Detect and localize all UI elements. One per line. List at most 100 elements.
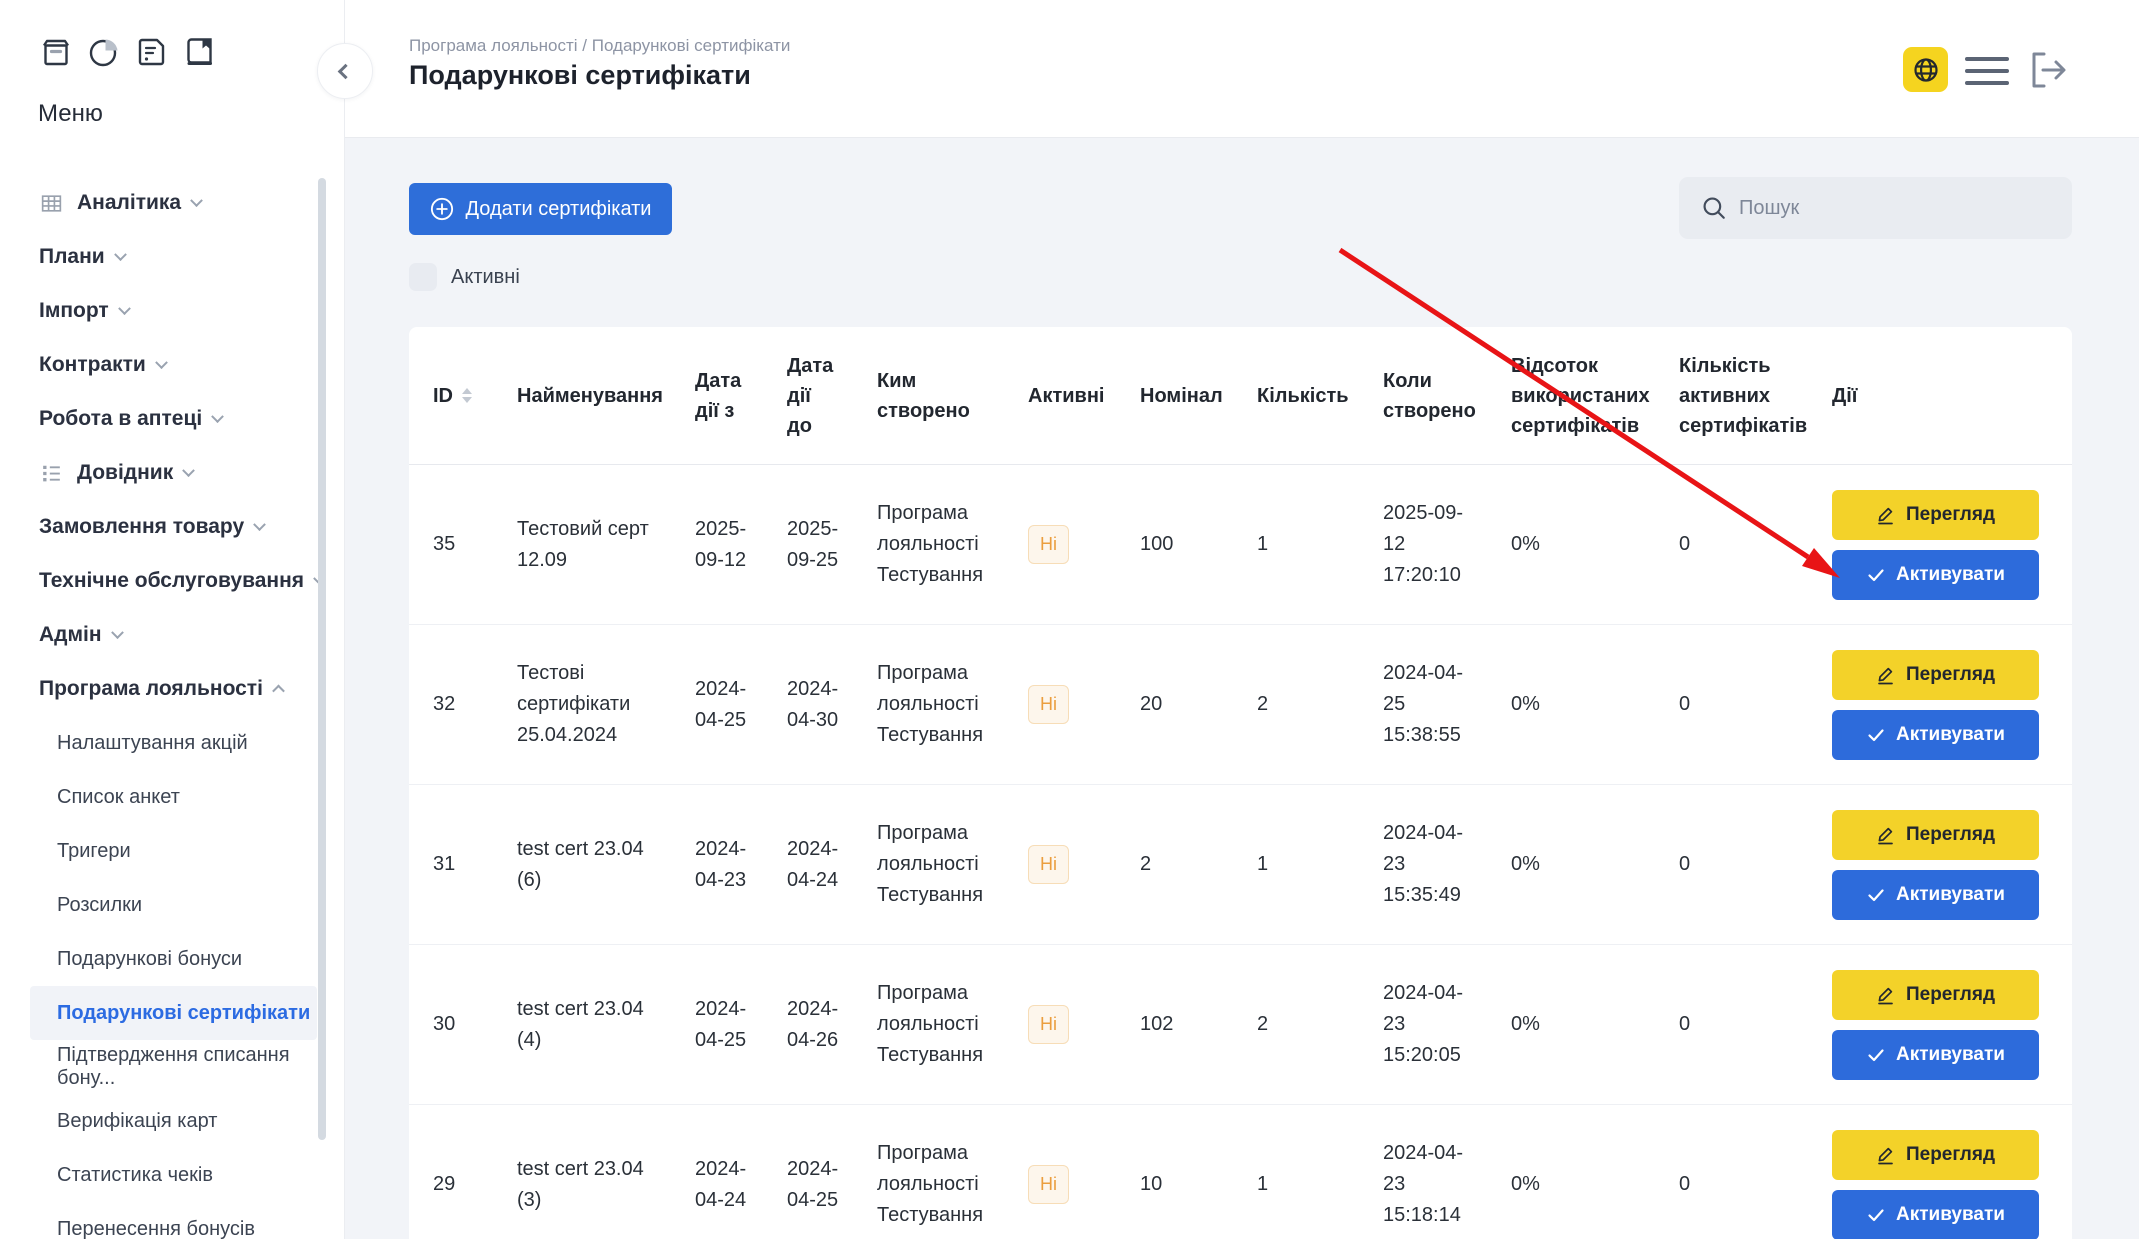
activate-button[interactable]: Активувати [1832,710,2039,760]
cell-name: Тестовий серт 12.09 [517,514,655,576]
cell-quantity: 1 [1257,1169,1268,1200]
chevron-down-icon [182,464,195,477]
archive-icon[interactable] [38,34,74,70]
cell-name: test cert 23.04 (4) [517,994,655,1056]
activate-button[interactable]: Активувати [1832,1030,2039,1080]
sidebar-menu-title: Меню [38,100,103,128]
cell-date-to: 2024-04-24 [787,834,851,896]
sidebar-subnav-item[interactable]: Підтвердження списання бону... [0,1040,344,1094]
cell-created-by: Програма лояльності Тестування [877,498,1016,591]
sidebar: Меню Аналітика Плани Імпорт Контракти Ро… [0,0,345,1239]
search-box [1679,177,2072,239]
cell-id: 31 [433,849,455,880]
cell-quantity: 1 [1257,849,1268,880]
sidebar-subnav-item[interactable]: Розсилки [0,878,344,932]
sidebar-subnav-item[interactable]: Подарункові бонуси [0,932,344,986]
search-input[interactable] [1739,197,2039,220]
cell-created-at: 2024-04-23 15:20:05 [1383,978,1475,1071]
view-button[interactable]: Перегляд [1832,970,2039,1020]
view-button[interactable]: Перегляд [1832,1130,2039,1180]
check-icon [1866,565,1886,585]
sidebar-subnav-item[interactable]: Налаштування акцій [0,716,344,770]
sidebar-nav-item[interactable]: Довідник [0,446,344,500]
cell-percent-used: 0% [1511,529,1540,560]
sidebar-scrollbar[interactable] [318,178,326,1140]
view-button[interactable]: Перегляд [1832,490,2039,540]
sidebar-nav-item[interactable]: Технічне обслуговування [0,554,344,608]
cell-active-count: 0 [1679,529,1690,560]
chevron-down-icon [211,410,224,423]
table-row: 30 test cert 23.04 (4) 2024-04-25 2024-0… [409,945,2072,1105]
edit-pencil-icon [1876,1145,1896,1165]
active-filter-checkbox[interactable] [409,263,437,291]
sidebar-nav: Аналітика Плани Імпорт Контракти Робота … [0,176,344,1239]
table-row: 31 test cert 23.04 (6) 2024-04-23 2024-0… [409,785,2072,945]
table-column-header: Номінал [1140,327,1257,464]
active-status-badge: Ні [1028,525,1069,565]
chevron-down-icon [111,626,124,639]
cell-quantity: 1 [1257,529,1268,560]
cell-percent-used: 0% [1511,1169,1540,1200]
sidebar-nav-item[interactable]: Плани [0,230,344,284]
grid-icon [39,191,64,216]
activate-button[interactable]: Активувати [1832,1190,2039,1239]
language-globe-button[interactable] [1903,47,1948,92]
table-column-header: Кількість [1257,327,1383,464]
table-column-header: Кількість активних сертифікатів [1679,327,1832,464]
edit-pencil-icon [1876,825,1896,845]
sidebar-nav-item[interactable]: Імпорт [0,284,344,338]
book-icon[interactable] [182,34,218,70]
chevron-down-icon [155,356,168,369]
edit-pencil-icon [1876,505,1896,525]
globe-icon [1912,56,1940,84]
sort-icon[interactable] [462,388,472,403]
cell-name: Тестові сертифікати 25.04.2024 [517,658,655,751]
sidebar-subnav-item[interactable]: Статистика чеків [0,1148,344,1202]
cell-nominal: 102 [1140,1009,1173,1040]
sidebar-subnav-item[interactable]: Верифікація карт [0,1094,344,1148]
table-column-header: ID [433,327,517,464]
cell-percent-used: 0% [1511,1009,1540,1040]
cell-created-by: Програма лояльності Тестування [877,978,1016,1071]
chevron-down-icon [190,194,203,207]
menu-icon[interactable] [1965,57,2009,85]
chevron-left-icon [338,64,354,80]
activate-button[interactable]: Активувати [1832,870,2039,920]
sidebar-subnav-item[interactable]: Список анкет [0,770,344,824]
chevron-up-icon [272,684,285,697]
chevron-down-icon [118,302,131,315]
cell-date-from: 2024-04-25 [695,674,761,736]
activate-button[interactable]: Активувати [1832,550,2039,600]
sidebar-nav-item[interactable]: Контракти [0,338,344,392]
view-button[interactable]: Перегляд [1832,810,2039,860]
sidebar-nav-item[interactable]: Замовлення товару [0,500,344,554]
table-row: 29 test cert 23.04 (3) 2024-04-24 2024-0… [409,1105,2072,1239]
check-icon [1866,885,1886,905]
search-icon [1701,195,1727,221]
view-button[interactable]: Перегляд [1832,650,2039,700]
sidebar-nav-item[interactable]: Адмін [0,608,344,662]
cell-active-count: 0 [1679,1009,1690,1040]
cell-nominal: 20 [1140,689,1162,720]
cell-quantity: 2 [1257,689,1268,720]
sidebar-nav-item[interactable]: Програма лояльності [0,662,344,716]
add-certificates-button[interactable]: Додати сертифікати [409,183,672,235]
logout-button[interactable] [2026,50,2068,90]
sidebar-nav-item[interactable]: Аналітика [0,176,344,230]
sidebar-collapse-button[interactable] [317,43,373,99]
check-icon [1866,725,1886,745]
cell-quantity: 2 [1257,1009,1268,1040]
active-status-badge: Ні [1028,845,1069,885]
table-column-header: Коли створено [1383,327,1511,464]
sidebar-subnav-item[interactable]: Перенесення бонусів [0,1202,344,1239]
cell-active-count: 0 [1679,1169,1690,1200]
pie-chart-icon[interactable] [86,34,122,70]
cell-date-to: 2024-04-25 [787,1154,851,1216]
sidebar-subnav-item[interactable]: Подарункові сертифікати [30,986,317,1040]
table-column-header: Активні [1028,327,1140,464]
table-header-row: ID Найменування Дата дії з Дата дії до К… [409,327,2072,465]
sidebar-nav-item[interactable]: Робота в аптеці [0,392,344,446]
sidebar-subnav-item[interactable]: Тригери [0,824,344,878]
page-title: Подарункові сертифікати [409,60,751,91]
document-icon[interactable] [134,34,170,70]
